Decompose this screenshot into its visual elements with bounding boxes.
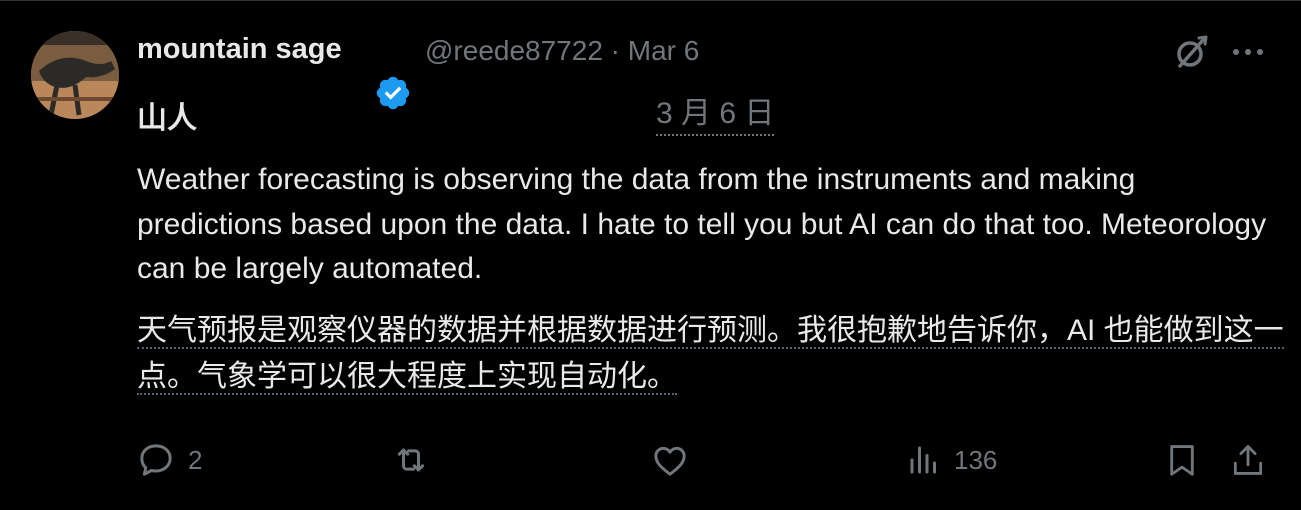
verified-badge-icon: [376, 76, 410, 110]
reply-count: 2: [188, 444, 203, 475]
views-icon: [910, 446, 936, 474]
like-button[interactable]: [650, 439, 702, 481]
share-button[interactable]: [1229, 439, 1267, 481]
divider: [0, 0, 1301, 1]
date-translated: 3 月 6 日: [656, 94, 775, 136]
avatar[interactable]: [31, 31, 119, 119]
more-icon[interactable]: [1230, 40, 1266, 64]
reply-button[interactable]: 2: [136, 439, 202, 481]
display-name-translated: 山人: [137, 102, 197, 135]
tweet-text: Weather forecasting is observing the dat…: [137, 163, 1267, 285]
bookmark-button[interactable]: [1163, 439, 1201, 481]
tweet-card[interactable]: mountain sage 山人 @reede87722 · Mar 6 3 月…: [0, 0, 1301, 510]
handle-and-date[interactable]: @reede87722 · Mar 6: [425, 35, 699, 67]
display-name[interactable]: mountain sage: [137, 33, 342, 66]
tweet-translation: 天气预报是观察仪器的数据并根据数据进行预测。我很抱歉地告诉你，AI 也能做到这一…: [137, 308, 1287, 400]
views-count: 136: [954, 444, 998, 475]
reply-icon: [140, 444, 172, 476]
views-button[interactable]: 136: [906, 439, 997, 481]
share-icon: [1233, 445, 1263, 475]
grok-icon[interactable]: [1170, 32, 1210, 72]
translation-text: 天气预报是观察仪器的数据并根据数据进行预测。我很抱歉地告诉你，AI 也能做到这一…: [137, 314, 1284, 395]
bookmark-icon: [1170, 445, 1194, 476]
retweet-button[interactable]: [390, 439, 444, 481]
retweet-icon: [397, 448, 425, 472]
like-icon: [654, 446, 686, 476]
